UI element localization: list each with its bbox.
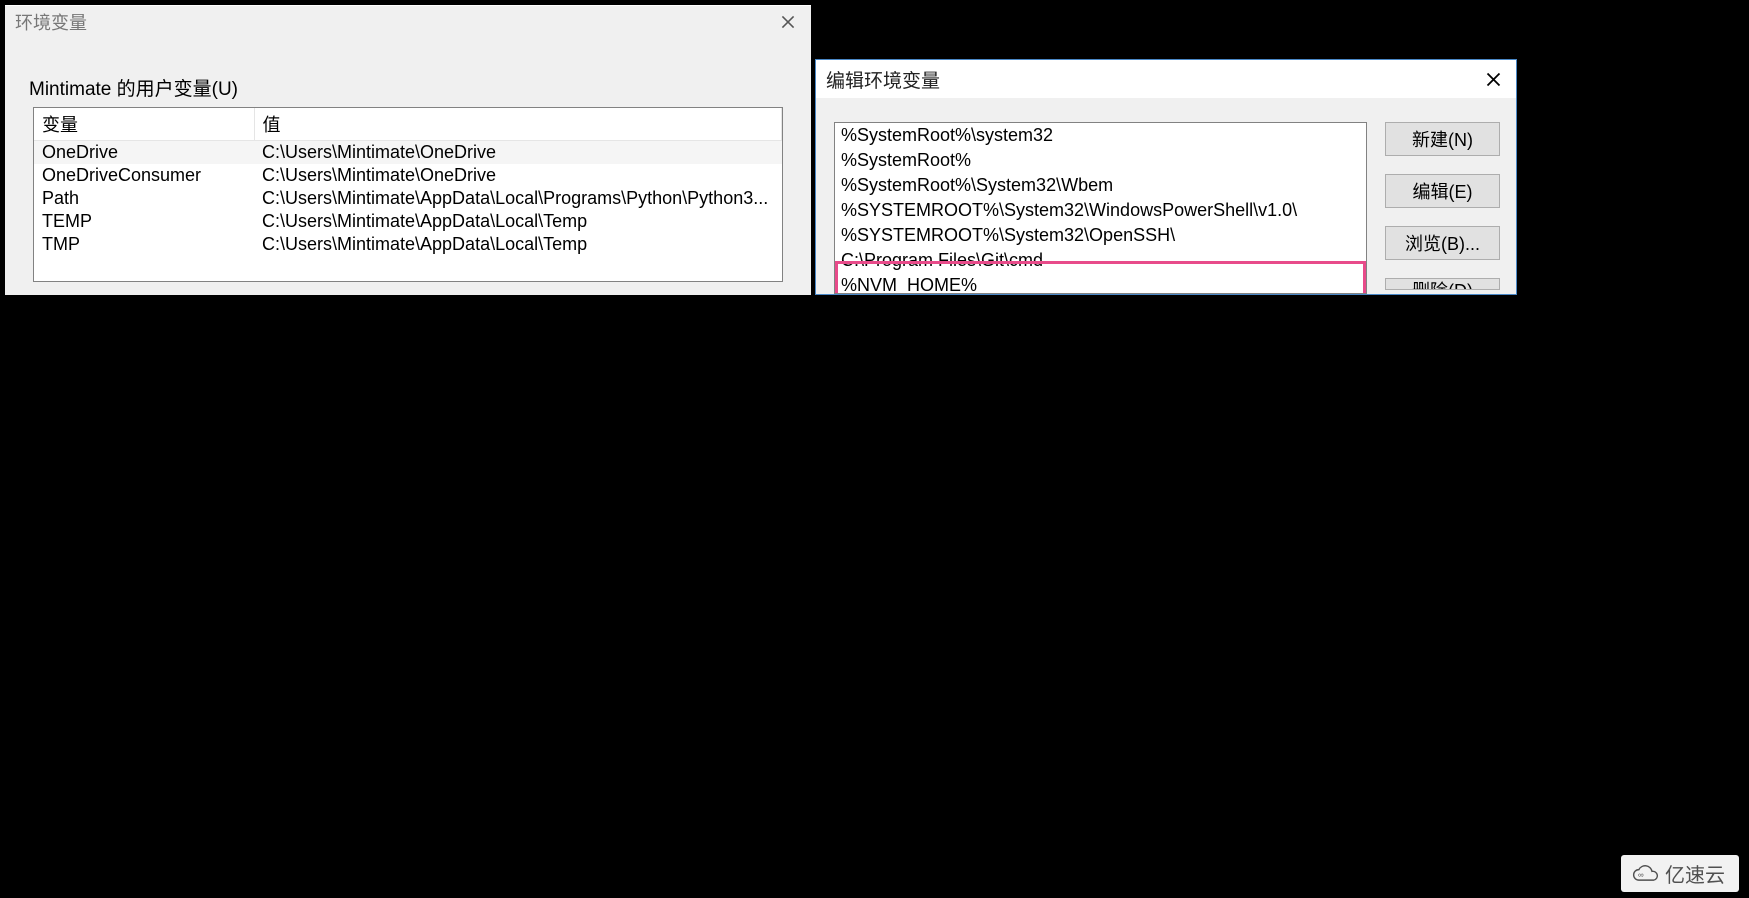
svg-text:∞: ∞ [1638, 870, 1644, 879]
table-header-row: 变量 值 [34, 108, 782, 141]
close-icon [781, 15, 795, 29]
column-header-variable[interactable]: 变量 [34, 108, 254, 141]
path-list-item[interactable]: %SYSTEMROOT%\System32\OpenSSH\ [835, 223, 1366, 248]
watermark-badge: ∞ 亿速云 [1621, 855, 1739, 892]
var-name-cell: TMP [34, 233, 254, 256]
browse-button[interactable]: 浏览(B)... [1385, 226, 1500, 260]
edit-environment-variable-dialog: 编辑环境变量 %SystemRoot%\system32%SystemRoot%… [815, 59, 1517, 295]
var-name-cell: TEMP [34, 210, 254, 233]
var-value-cell: C:\Users\Mintimate\OneDrive [254, 141, 782, 165]
var-value-cell: C:\Users\Mintimate\AppData\Local\Program… [254, 187, 782, 210]
path-list-item[interactable]: %NVM_HOME% [835, 273, 1366, 294]
var-name-cell: OneDrive [34, 141, 254, 165]
edit-dialog-title: 编辑环境变量 [826, 66, 940, 93]
path-list-item[interactable]: C:\Program Files\Git\cmd [835, 248, 1366, 273]
delete-button[interactable]: 删除(D) [1385, 278, 1500, 290]
edit-dialog-titlebar: 编辑环境变量 [816, 60, 1516, 98]
env-dialog-title: 环境变量 [15, 9, 87, 35]
env-dialog-close-button[interactable] [765, 6, 811, 38]
edit-button[interactable]: 编辑(E) [1385, 174, 1500, 208]
var-name-cell: OneDriveConsumer [34, 164, 254, 187]
user-variables-label: Mintimate 的用户变量(U) [29, 74, 811, 101]
path-list-item[interactable]: %SYSTEMROOT%\System32\WindowsPowerShell\… [835, 198, 1366, 223]
path-list-item[interactable]: %SystemRoot%\System32\Wbem [835, 173, 1366, 198]
new-button[interactable]: 新建(N) [1385, 122, 1500, 156]
user-variables-table[interactable]: 变量 值 OneDriveC:\Users\Mintimate\OneDrive… [33, 107, 783, 282]
path-entries-list[interactable]: %SystemRoot%\system32%SystemRoot%%System… [834, 122, 1367, 294]
var-value-cell: C:\Users\Mintimate\OneDrive [254, 164, 782, 187]
table-row[interactable]: TEMPC:\Users\Mintimate\AppData\Local\Tem… [34, 210, 782, 233]
table-row[interactable]: PathC:\Users\Mintimate\AppData\Local\Pro… [34, 187, 782, 210]
cloud-icon: ∞ [1631, 864, 1659, 884]
env-dialog-titlebar: 环境变量 [5, 6, 811, 38]
var-value-cell: C:\Users\Mintimate\AppData\Local\Temp [254, 210, 782, 233]
table-row[interactable]: OneDriveConsumerC:\Users\Mintimate\OneDr… [34, 164, 782, 187]
edit-dialog-body: %SystemRoot%\system32%SystemRoot%%System… [816, 98, 1516, 294]
close-icon [1486, 72, 1501, 87]
column-header-value[interactable]: 值 [254, 108, 782, 141]
path-list-item[interactable]: %SystemRoot% [835, 148, 1366, 173]
var-value-cell: C:\Users\Mintimate\AppData\Local\Temp [254, 233, 782, 256]
environment-variables-dialog: 环境变量 Mintimate 的用户变量(U) 变量 值 OneDriveC:\… [5, 5, 811, 295]
path-list-item[interactable]: %SystemRoot%\system32 [835, 123, 1366, 148]
edit-dialog-button-column: 新建(N) 编辑(E) 浏览(B)... 删除(D) [1385, 122, 1500, 294]
edit-dialog-close-button[interactable] [1470, 60, 1516, 98]
table-row[interactable]: OneDriveC:\Users\Mintimate\OneDrive [34, 141, 782, 165]
var-name-cell: Path [34, 187, 254, 210]
table-row[interactable]: TMPC:\Users\Mintimate\AppData\Local\Temp [34, 233, 782, 256]
watermark-text: 亿速云 [1665, 859, 1725, 888]
